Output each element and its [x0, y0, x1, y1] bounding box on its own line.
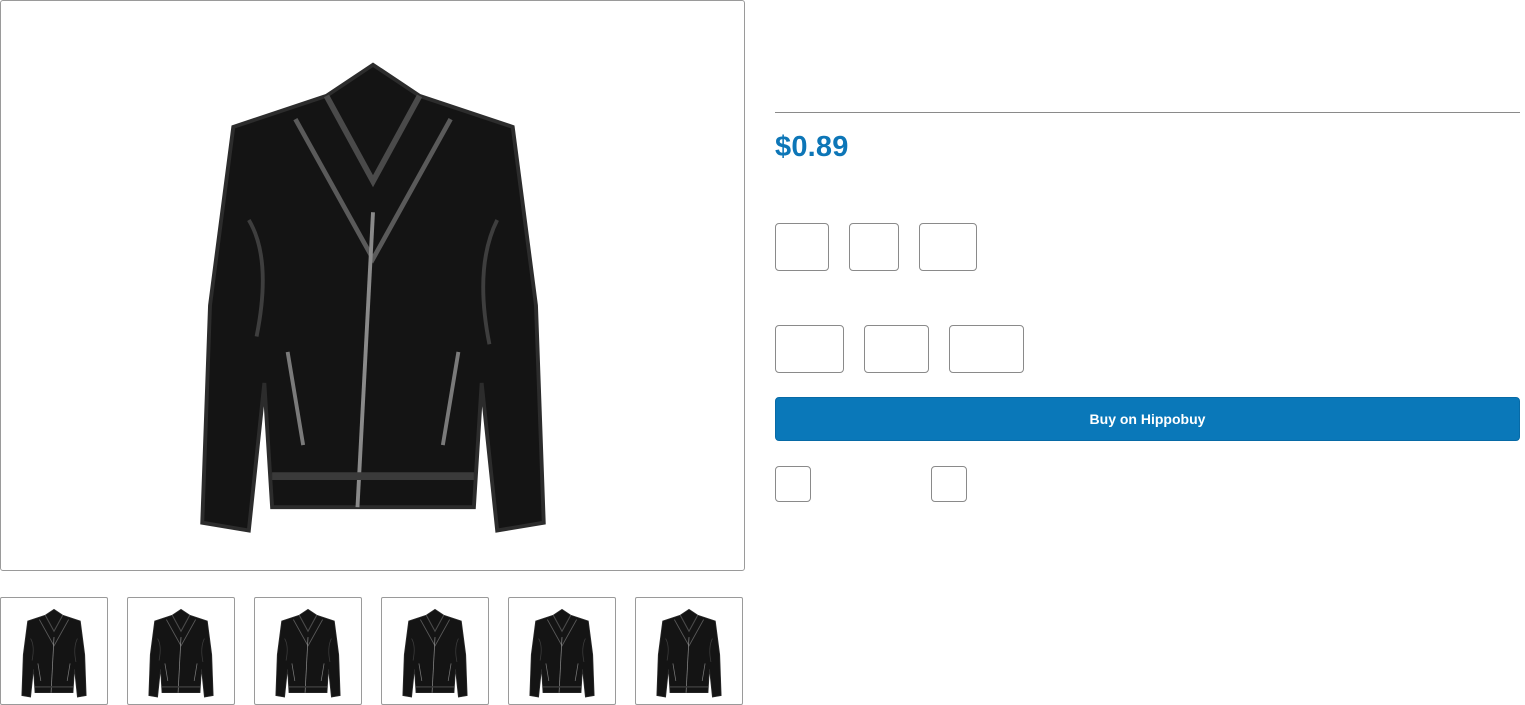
thumbnail-4[interactable] [381, 597, 489, 705]
jacket-thumbnail-image [21, 608, 87, 698]
main-product-image[interactable] [0, 0, 745, 571]
size-option-button-3[interactable] [949, 325, 1024, 373]
jacket-thumbnail-image [402, 608, 468, 698]
option-button-3[interactable] [919, 223, 977, 271]
buy-on-hippobuy-button[interactable]: Buy on Hippobuy [775, 397, 1520, 441]
quantity-increase-button[interactable] [931, 466, 967, 502]
thumbnail-1[interactable] [0, 597, 108, 705]
thumbnail-5[interactable] [508, 597, 616, 705]
jacket-thumbnail-image [148, 608, 214, 698]
option-button-2[interactable] [849, 223, 899, 271]
jacket-thumbnail-image [656, 608, 722, 698]
title-divider [775, 112, 1520, 113]
thumbnail-2[interactable] [127, 597, 235, 705]
option-button-1[interactable] [775, 223, 829, 271]
size-option-button-2[interactable] [864, 325, 929, 373]
thumbnail-3[interactable] [254, 597, 362, 705]
jacket-thumbnail-image [529, 608, 595, 698]
quantity-decrease-button[interactable] [775, 466, 811, 502]
jacket-image [123, 26, 623, 546]
jacket-thumbnail-image [275, 608, 341, 698]
size-option-button-1[interactable] [775, 325, 844, 373]
thumbnail-6[interactable] [635, 597, 743, 705]
product-price: $0.89 [775, 131, 849, 163]
